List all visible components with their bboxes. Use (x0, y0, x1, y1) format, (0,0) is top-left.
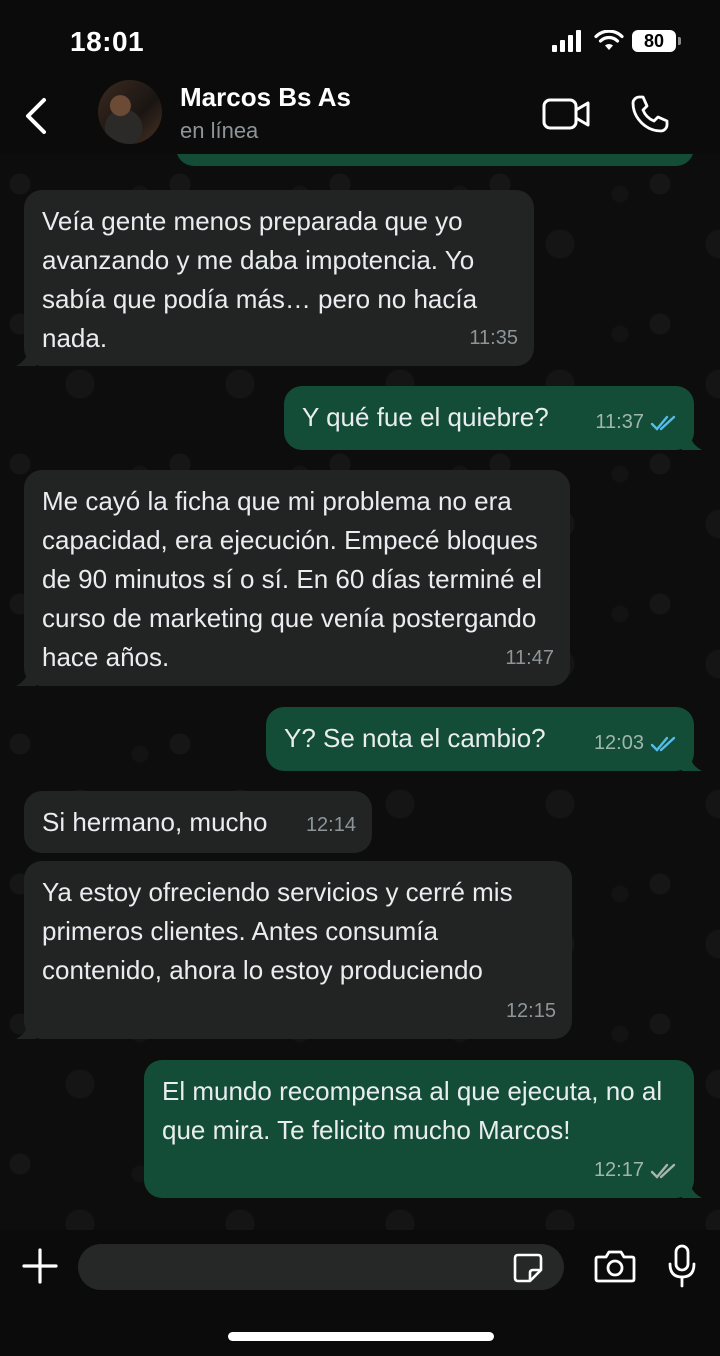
bubble-tail (682, 753, 702, 771)
attach-button[interactable] (22, 1248, 58, 1284)
bubble-tail (682, 432, 702, 450)
bubble-tail (16, 1021, 36, 1039)
camera-icon (594, 1250, 636, 1283)
wifi-icon (594, 30, 624, 50)
message-bubble[interactable]: Y? Se nota el cambio? 12:03 (266, 707, 702, 771)
home-indicator (228, 1332, 494, 1341)
message-bubble[interactable]: Ya estoy ofreciendo servicios y cerré mi… (16, 861, 572, 1039)
camera-button[interactable] (594, 1248, 636, 1284)
video-camera-icon (542, 98, 590, 130)
phone-icon (631, 95, 669, 133)
bubble-tail (16, 668, 36, 686)
double-check-icon (650, 1163, 676, 1179)
message-bubble[interactable]: El mundo recompensa al que ejecuta, no a… (144, 1060, 702, 1198)
bubble-tail (682, 1180, 702, 1198)
message-bubble[interactable]: Me cayó la ficha que mi problema no era … (16, 470, 570, 686)
message-bubble[interactable]: Si hermano, mucho 12:14 (24, 791, 372, 853)
sticker-button[interactable] (512, 1252, 544, 1284)
message-time: 12:14 (305, 814, 356, 836)
contact-name[interactable]: Marcos Bs As (180, 82, 351, 113)
status-time: 18:01 (70, 26, 145, 57)
voice-call-button[interactable] (630, 94, 670, 134)
message-bubble[interactable]: Veía gente menos preparada que yo avanza… (16, 190, 534, 366)
sticker-icon (513, 1253, 543, 1283)
message-time: 12:15 (505, 1000, 556, 1022)
message-time: 11:47 (505, 647, 554, 669)
battery-indicator: 80 (632, 30, 681, 52)
message-bubble[interactable]: Y qué fue el quiebre? 11:37 (284, 386, 702, 450)
message-time: 11:35 (469, 327, 518, 349)
message-text: El mundo recompensa al que ejecuta, no a… (162, 1076, 663, 1145)
message-time: 12:17 (593, 1159, 644, 1181)
microphone-icon (668, 1244, 696, 1288)
message-input-box[interactable] (78, 1244, 564, 1290)
composer-bar (0, 1230, 720, 1356)
message-time: 12:03 (593, 732, 644, 754)
contact-status: en línea (180, 118, 259, 143)
double-check-icon (650, 736, 676, 752)
video-call-button[interactable] (542, 96, 592, 132)
chat-header: Marcos Bs As en línea (0, 78, 720, 154)
message-text: Ya estoy ofreciendo servicios y cerré mi… (42, 877, 513, 985)
bubble-tail (16, 348, 36, 366)
chat-area[interactable]: Veía gente menos preparada que yo avanza… (0, 154, 720, 1230)
status-bar: 18:01 80 (0, 0, 720, 78)
back-button[interactable] (18, 92, 58, 140)
message-input[interactable] (96, 1244, 496, 1290)
avatar[interactable] (98, 80, 162, 144)
plus-icon (22, 1248, 58, 1284)
double-check-icon (650, 415, 676, 431)
message-time: 11:37 (595, 411, 644, 433)
microphone-button[interactable] (668, 1244, 696, 1288)
message-text: Me cayó la ficha que mi problema no era … (42, 486, 543, 672)
back-arrow-icon (26, 98, 46, 134)
message-text: Veía gente menos preparada que yo avanza… (42, 206, 478, 353)
signal-icon (552, 30, 581, 52)
message-bubble-partial (176, 154, 694, 166)
